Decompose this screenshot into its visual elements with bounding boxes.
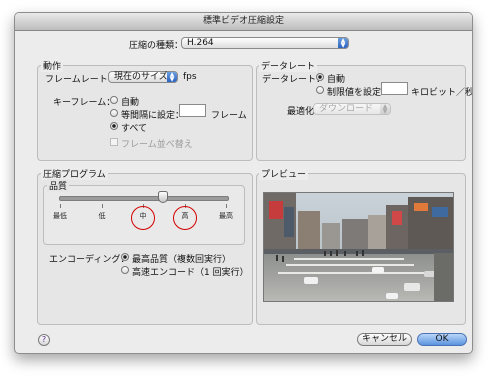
highlight-circle-high <box>173 206 197 230</box>
encoding-fast-label: 高速エンコード（1 回実行） <box>132 268 249 278</box>
popup-arrows-icon: ▲ ▼ <box>167 72 177 83</box>
preview-street-scene-image <box>264 193 453 301</box>
keyframe-all-radio[interactable] <box>110 122 118 130</box>
keyframe-all-label: すべて <box>121 124 148 134</box>
compression-type-value: H.264 <box>187 38 214 48</box>
keyframe-interval-field[interactable] <box>179 104 206 117</box>
motion-legend: 動作 <box>41 59 64 72</box>
data-rate-auto-radio[interactable] <box>316 73 324 81</box>
data-rate-auto-label: 自動 <box>327 75 346 85</box>
keyframe-label: キーフレーム： <box>53 98 116 108</box>
ok-button-label: OK <box>435 334 449 344</box>
cancel-button[interactable]: キャンセル <box>357 333 412 346</box>
data-rate-limit-field[interactable] <box>381 82 408 95</box>
quality-legend: 品質 <box>47 179 70 192</box>
window-title: 標準ビデオ圧縮設定 <box>15 13 472 31</box>
preview-legend: プレビュー <box>259 167 309 180</box>
frame-rate-value: 現在のサイズ <box>114 72 168 82</box>
frame-reorder-label: フレーム並べ替え <box>121 140 193 150</box>
compression-settings-dialog: 標準ビデオ圧縮設定 圧縮の種類： H.264 ▲ ▼ 動作 フレームレート： 現在… <box>14 12 473 354</box>
fps-unit: fps <box>183 72 197 82</box>
data-rate-legend: データレート <box>259 59 318 72</box>
frame-rate-popup[interactable]: 現在のサイズ ▲ ▼ <box>108 71 178 83</box>
quality-tick <box>102 204 103 208</box>
help-button[interactable]: ? <box>38 334 50 346</box>
optimize-value: ダウンロード <box>319 104 374 114</box>
keyframe-auto-radio[interactable] <box>110 96 118 104</box>
frame-rate-label: フレームレート： <box>45 75 117 85</box>
keyframe-auto-label: 自動 <box>121 98 140 108</box>
quality-slider-track[interactable] <box>59 196 229 201</box>
encoding-best-radio[interactable] <box>121 253 129 261</box>
cancel-button-label: キャンセル <box>361 334 407 344</box>
quality-label-highest: 最高 <box>219 212 233 220</box>
encoding-best-label: 最高品質（複数回実行） <box>132 255 232 265</box>
compression-type-popup[interactable]: H.264 ▲ ▼ <box>181 37 349 49</box>
data-rate-unit: キロビット／秒 <box>411 88 473 98</box>
help-icon: ? <box>41 335 47 344</box>
quality-slider-knob[interactable] <box>157 191 168 203</box>
keyframe-unit: フレーム <box>211 111 247 121</box>
compression-type-label: 圧縮の種類： <box>129 41 184 51</box>
quality-tick <box>226 204 227 208</box>
data-rate-limit-radio[interactable] <box>316 86 324 94</box>
keyframe-interval-label: 等間隔に設定： <box>121 111 185 121</box>
popup-arrows-icon: ▲ ▼ <box>338 38 348 49</box>
optimize-popup[interactable]: ダウンロード ▲ ▼ <box>313 103 391 115</box>
encoding-fast-radio[interactable] <box>121 266 129 274</box>
quality-label-low: 低 <box>98 212 106 220</box>
keyframe-interval-radio[interactable] <box>110 109 118 117</box>
highlight-circle-medium <box>131 206 155 230</box>
popup-arrows-icon: ▲ ▼ <box>380 104 390 115</box>
quality-label-lowest: 最低 <box>53 212 67 220</box>
frame-reorder-checkbox[interactable] <box>110 138 118 146</box>
preview-image <box>263 192 454 302</box>
encoding-label: エンコーディング： <box>49 255 130 265</box>
ok-button[interactable]: OK <box>417 333 467 346</box>
quality-tick <box>60 204 61 208</box>
